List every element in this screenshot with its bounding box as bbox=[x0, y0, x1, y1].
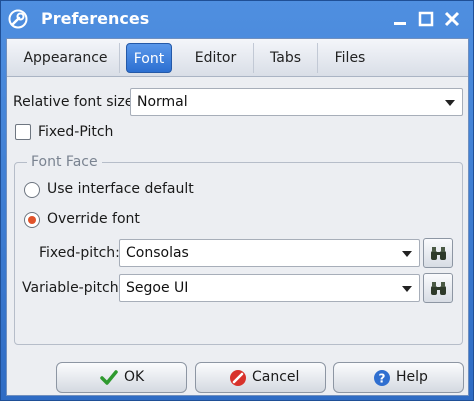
cancel-icon bbox=[230, 370, 246, 386]
help-button-label: Help bbox=[396, 369, 428, 385]
fixed-pitch-checkbox-label: Fixed-Pitch bbox=[38, 124, 114, 140]
dialog-body: Appearance Font Editor Tabs Files Relati… bbox=[6, 38, 469, 396]
preferences-wrench-icon bbox=[8, 9, 28, 29]
tab-strip: Appearance Font Editor Tabs Files bbox=[7, 39, 468, 77]
cancel-button[interactable]: Cancel bbox=[195, 362, 326, 393]
chevron-down-icon bbox=[402, 286, 412, 292]
title-bar: Preferences bbox=[1, 1, 473, 37]
tab-files[interactable]: Files bbox=[318, 43, 382, 73]
override-font-label: Override font bbox=[47, 211, 140, 227]
fixed-pitch-checkbox[interactable] bbox=[15, 124, 31, 140]
use-interface-default-label: Use interface default bbox=[47, 181, 194, 197]
ok-button-label: OK bbox=[124, 369, 145, 385]
tab-font[interactable]: Font bbox=[126, 43, 172, 73]
tab-editor[interactable]: Editor bbox=[178, 43, 254, 73]
ok-button[interactable]: OK bbox=[56, 362, 187, 393]
chevron-down-icon bbox=[445, 100, 455, 106]
maximize-icon[interactable] bbox=[417, 10, 435, 28]
variable-pitch-font-value: Segoe UI bbox=[126, 280, 189, 296]
binoculars-icon bbox=[431, 282, 446, 295]
svg-text:?: ? bbox=[379, 372, 386, 386]
variable-pitch-font-select[interactable]: Segoe UI bbox=[119, 274, 420, 302]
relative-font-size-select[interactable]: Normal bbox=[130, 88, 463, 116]
tab-tabs[interactable]: Tabs bbox=[254, 43, 318, 73]
font-face-group-title: Font Face bbox=[27, 154, 102, 170]
chevron-down-icon bbox=[402, 251, 412, 257]
help-button[interactable]: ? Help bbox=[333, 362, 464, 393]
binoculars-icon bbox=[431, 247, 446, 260]
preferences-window: Preferences Appearance Font Editor Tabs … bbox=[0, 0, 474, 401]
minimize-icon[interactable] bbox=[391, 10, 409, 28]
help-icon: ? bbox=[374, 370, 390, 386]
checkmark-icon bbox=[100, 370, 118, 385]
override-font-radio[interactable] bbox=[24, 212, 40, 228]
browse-variable-font-button[interactable] bbox=[423, 273, 453, 303]
variable-pitch-font-label: Variable-pitch: bbox=[22, 280, 124, 296]
fixed-pitch-font-label: Fixed-pitch: bbox=[39, 245, 120, 261]
window-title: Preferences bbox=[41, 9, 150, 28]
tab-appearance[interactable]: Appearance bbox=[12, 43, 120, 73]
fixed-pitch-font-select[interactable]: Consolas bbox=[119, 239, 420, 267]
relative-font-size-value: Normal bbox=[137, 94, 188, 110]
cancel-button-label: Cancel bbox=[252, 369, 300, 385]
close-icon[interactable] bbox=[443, 10, 461, 28]
use-interface-default-radio[interactable] bbox=[24, 182, 40, 198]
fixed-pitch-font-value: Consolas bbox=[126, 245, 189, 261]
relative-font-size-label: Relative font size: bbox=[13, 94, 139, 110]
browse-fixed-font-button[interactable] bbox=[423, 238, 453, 268]
